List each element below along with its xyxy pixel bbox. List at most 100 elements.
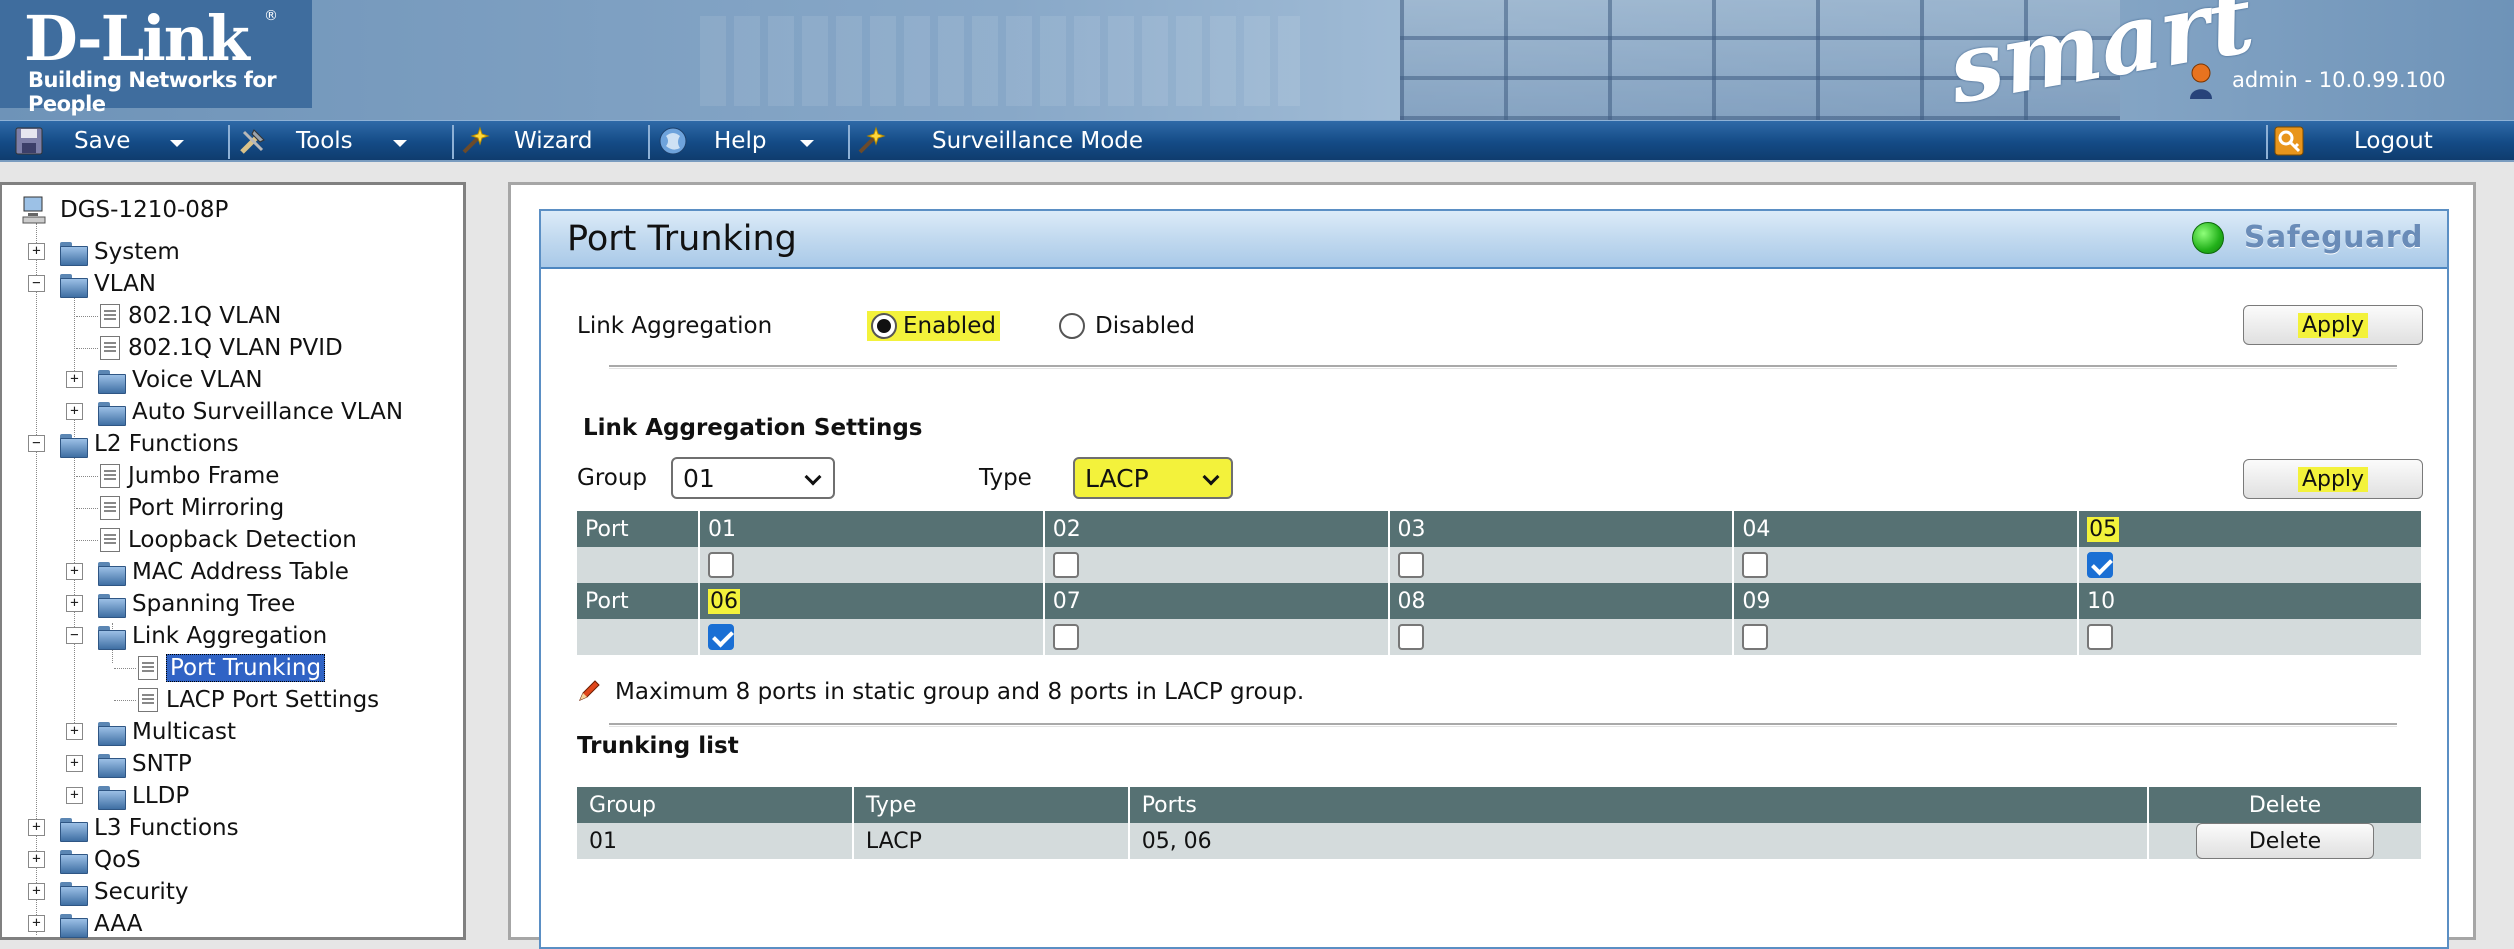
tree-item-8021q-vlan[interactable]: 802.1Q VLAN <box>100 301 281 331</box>
tree-item-voice-vlan[interactable]: Voice VLAN <box>98 365 263 395</box>
folder-icon <box>60 848 88 874</box>
collapse-minus-icon[interactable]: − <box>28 275 45 292</box>
help-globe-icon <box>658 126 688 156</box>
folder-icon <box>60 880 88 906</box>
expand-plus-icon[interactable]: + <box>66 723 83 740</box>
expand-plus-icon[interactable]: + <box>66 403 83 420</box>
menu-tools[interactable]: Tools <box>238 121 407 161</box>
port-02-checkbox[interactable] <box>1052 552 1079 578</box>
tree-item-mac-address-table[interactable]: MAC Address Table <box>98 557 349 587</box>
expand-plus-icon[interactable]: + <box>28 243 45 260</box>
tree-item-aaa[interactable]: AAA <box>60 909 142 939</box>
tree-item-jumbo-frame[interactable]: Jumbo Frame <box>100 461 279 491</box>
tree-item-security[interactable]: Security <box>60 877 188 907</box>
tree-label: AAA <box>94 911 143 937</box>
menu-separator <box>2266 125 2268 159</box>
dlink-logo: D-Link ® Building Networks for People <box>0 0 312 116</box>
tree-item-spanning-tree[interactable]: Spanning Tree <box>98 589 295 619</box>
expand-plus-icon[interactable]: + <box>66 371 83 388</box>
expand-plus-icon[interactable]: + <box>28 851 45 868</box>
logo-brand: D-Link <box>24 2 250 75</box>
tree-item-vlan[interactable]: VLAN <box>60 269 156 299</box>
menu-surveillance-mode[interactable]: Surveillance Mode <box>856 121 1143 161</box>
tree-label: QoS <box>94 847 141 873</box>
port-04-checkbox[interactable] <box>1742 552 1769 578</box>
tree-item-lldp[interactable]: LLDP <box>98 781 189 811</box>
radio-button-selected[interactable] <box>871 313 897 339</box>
col-type-header: Type <box>852 787 1130 823</box>
port-10-checkbox[interactable] <box>2087 624 2114 650</box>
tree-item-port-mirroring[interactable]: Port Mirroring <box>100 493 284 523</box>
expand-plus-icon[interactable]: + <box>66 563 83 580</box>
tree-root-device[interactable]: DGS-1210-08P <box>22 195 228 225</box>
port-cell <box>1388 619 1735 655</box>
folder-icon <box>60 912 88 938</box>
button-label: Apply <box>2297 312 2369 338</box>
tree-connector <box>76 476 98 477</box>
menu-logout[interactable]: Logout <box>2274 121 2433 161</box>
port-number: 06 <box>698 583 1045 619</box>
folder-icon <box>60 240 88 266</box>
expand-plus-icon[interactable]: + <box>66 787 83 804</box>
menu-separator <box>228 125 230 159</box>
tree-item-sntp[interactable]: SNTP <box>98 749 192 779</box>
expand-plus-icon[interactable]: + <box>66 595 83 612</box>
tree-label: VLAN <box>94 271 157 297</box>
trunking-header-row: Group Type Ports Delete <box>577 787 2423 823</box>
tree-item-port-trunking[interactable]: Port Trunking <box>138 653 326 683</box>
tree-item-8021q-vlan-pvid[interactable]: 802.1Q VLAN PVID <box>100 333 343 363</box>
cell-group: 01 <box>577 823 854 859</box>
tree-label: Voice VLAN <box>132 367 263 393</box>
tree-item-qos[interactable]: QoS <box>60 845 141 875</box>
port-number: 05 <box>2078 511 2423 547</box>
menu-separator <box>848 125 850 159</box>
empty-cell <box>577 619 700 655</box>
tree-item-multicast[interactable]: Multicast <box>98 717 236 747</box>
expand-plus-icon[interactable]: + <box>28 915 45 932</box>
tree-label: Auto Surveillance VLAN <box>132 399 404 425</box>
port-number: 08 <box>1388 583 1735 619</box>
group-select[interactable]: 01 <box>671 457 835 499</box>
port-05-checkbox[interactable] <box>2087 552 2114 578</box>
apply-settings-button[interactable]: Apply <box>2243 459 2423 499</box>
computer-icon <box>22 196 46 224</box>
tree-label: MAC Address Table <box>132 559 349 585</box>
folder-icon <box>98 592 126 618</box>
tree-item-l3-functions[interactable]: L3 Functions <box>60 813 239 843</box>
port-07-checkbox[interactable] <box>1052 624 1079 650</box>
collapse-minus-icon[interactable]: − <box>28 435 45 452</box>
tree-item-lacp-port-settings[interactable]: LACP Port Settings <box>138 685 379 715</box>
menu-save[interactable]: Save <box>14 121 185 161</box>
port-09-checkbox[interactable] <box>1742 624 1769 650</box>
tree-item-auto-surveillance-vlan[interactable]: Auto Surveillance VLAN <box>98 397 403 427</box>
port-selection-table: Port 01 02 03 04 05 Port 06 07 08 09 10 <box>577 511 2423 655</box>
port-03-checkbox[interactable] <box>1397 552 1424 578</box>
port-06-checkbox[interactable] <box>707 624 734 650</box>
tree-item-l2-functions[interactable]: L2 Functions <box>60 429 239 459</box>
radio-button[interactable] <box>1059 313 1085 339</box>
empty-cell <box>577 547 700 583</box>
tree-connector <box>76 316 98 317</box>
expand-plus-icon[interactable]: + <box>28 883 45 900</box>
delete-button[interactable]: Delete <box>2196 823 2375 859</box>
user-session-label: admin - 10.0.99.100 <box>2232 68 2446 92</box>
panel-title-bar: Port Trunking Safeguard <box>541 211 2447 269</box>
tree-item-link-aggregation[interactable]: Link Aggregation <box>98 621 327 651</box>
port-number: 01 <box>698 511 1045 547</box>
menu-help[interactable]: Help <box>658 121 815 161</box>
apply-link-aggregation-button[interactable]: Apply <box>2243 305 2423 345</box>
expand-plus-icon[interactable]: + <box>66 755 83 772</box>
tree-item-system[interactable]: System <box>60 237 180 267</box>
expand-plus-icon[interactable]: + <box>28 819 45 836</box>
document-icon <box>100 464 120 488</box>
radio-disabled[interactable]: Disabled <box>1059 313 1195 339</box>
folder-icon <box>98 752 126 778</box>
port-01-checkbox[interactable] <box>707 552 734 578</box>
collapse-minus-icon[interactable]: − <box>66 627 83 644</box>
port-08-checkbox[interactable] <box>1397 624 1424 650</box>
radio-enabled[interactable]: Enabled <box>867 311 1000 341</box>
logout-key-icon <box>2274 126 2304 156</box>
tree-item-loopback-detection[interactable]: Loopback Detection <box>100 525 357 555</box>
menu-wizard[interactable]: Wizard <box>460 121 592 161</box>
type-select[interactable]: LACP <box>1073 457 1233 499</box>
